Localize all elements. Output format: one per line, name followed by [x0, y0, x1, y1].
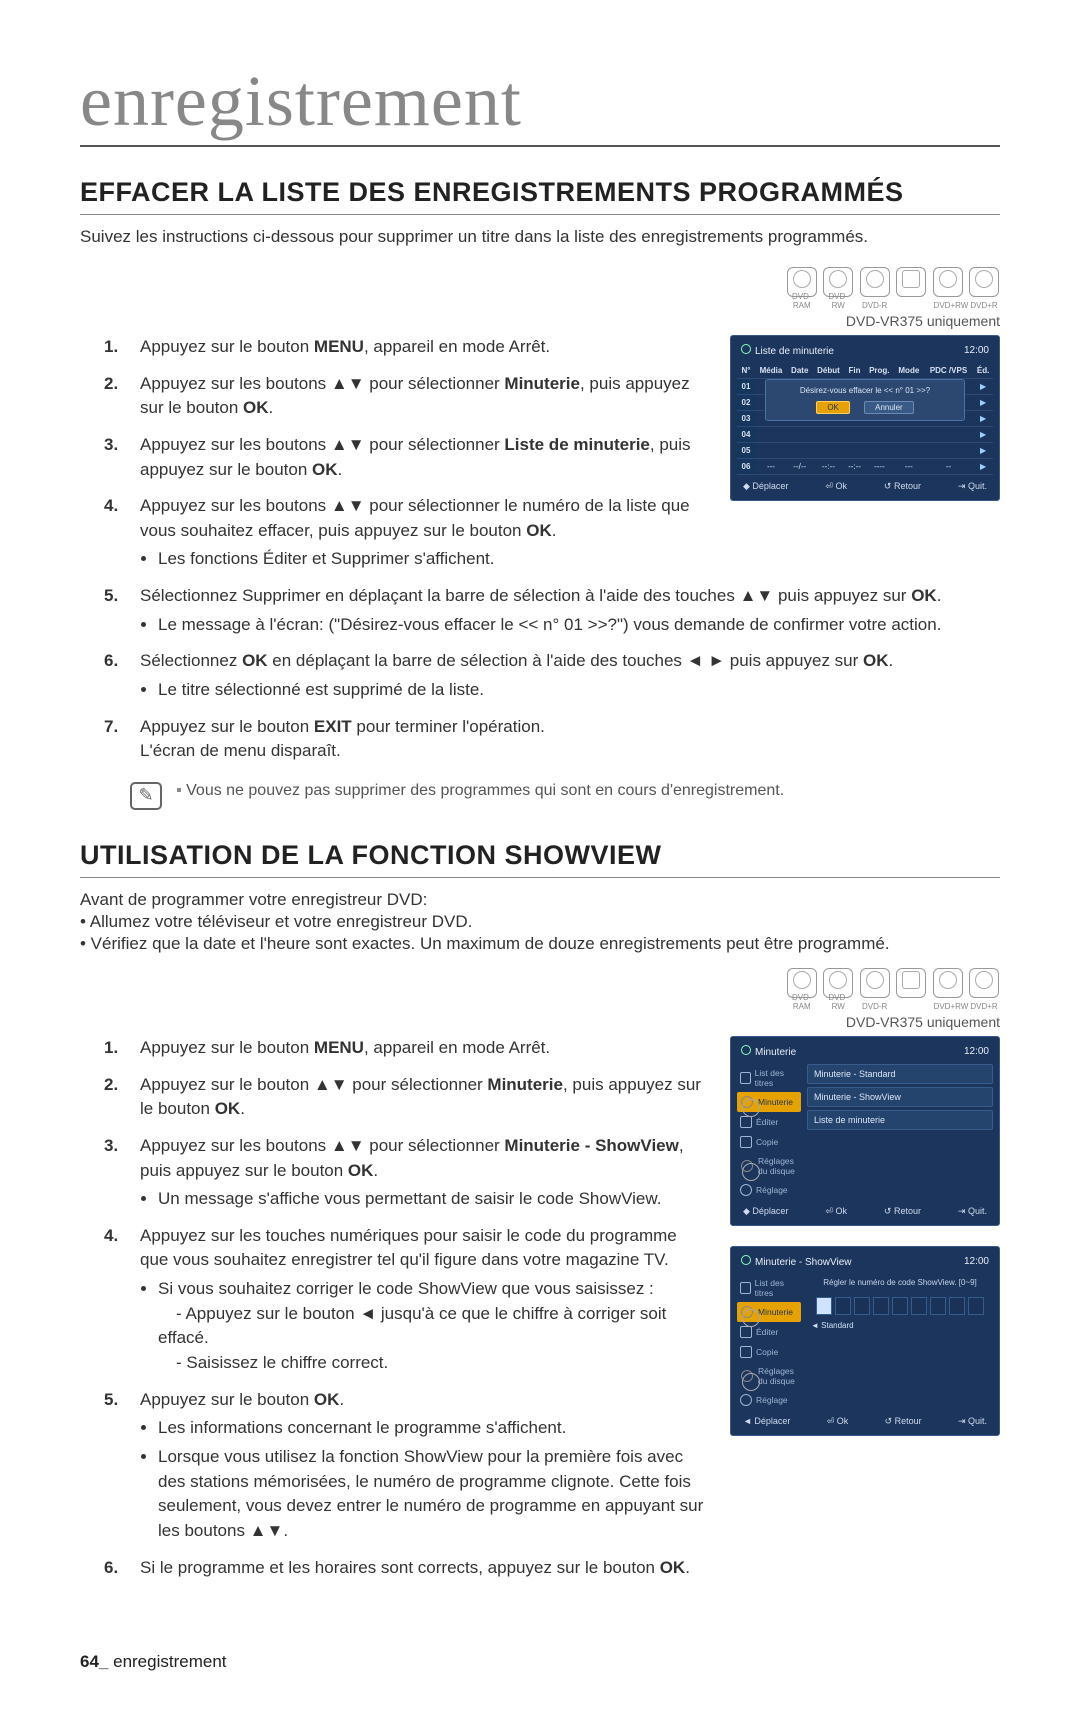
side-reglage[interactable]: Réglage	[737, 1180, 801, 1200]
step-4: Appuyez sur les boutons ▲▼ pour sélectio…	[140, 494, 706, 572]
side-copie[interactable]: Copie	[737, 1342, 801, 1362]
dvd-ram-icon	[741, 344, 751, 354]
section1-steps-cont: Sélectionnez Supprimer en déplaçant la b…	[80, 584, 1000, 764]
page-header: enregistrement	[80, 60, 1000, 147]
s2-step-2: Appuyez sur le bouton ▲▼ pour sélectionn…	[140, 1073, 706, 1122]
disc-dvd-ram: DVD-RAM	[787, 968, 817, 998]
section2-title: UTILISATION DE LA FONCTION SHOWVIEW	[80, 840, 1000, 878]
dvd-ram-icon	[741, 1255, 751, 1265]
osd-sidebar: List des titres Minuterie Éditer Copie R…	[737, 1274, 801, 1410]
menu-item-liste[interactable]: Liste de minuterie	[807, 1110, 993, 1130]
disc-dvd-rw: DVD-RW	[823, 267, 853, 297]
disc-dvd-plus-r: DVD+R	[969, 267, 999, 297]
s2-step-3-note: Un message s'affiche vous permettant de …	[158, 1187, 706, 1212]
osd-sidebar: List des titres Minuterie Éditer Copie R…	[737, 1064, 801, 1200]
disc-dvd-plus-rw: DVD+RW	[933, 267, 963, 297]
menu-item-showview[interactable]: Minuterie - ShowView	[807, 1087, 993, 1107]
osd-clock: 12:00	[964, 1256, 989, 1267]
disc-dvd-ram: DVD-RAM	[787, 267, 817, 297]
disc-icons-row-1: DVD-RAM DVD-RW DVD-R DVD+RW DVD+R	[80, 267, 1000, 297]
side-copie[interactable]: Copie	[737, 1132, 801, 1152]
osd-minuterie-menu: Minuterie 12:00 List des titres Minuteri…	[730, 1036, 1000, 1226]
confirm-dialog: Désirez-vous effacer le << n° 01 >>? OK …	[765, 379, 965, 421]
s2-step-3: Appuyez sur les boutons ▲▼ pour sélectio…	[140, 1134, 706, 1212]
section2-model-note: DVD-VR375 uniquement	[80, 1014, 1000, 1030]
s2-step-5: Appuyez sur le bouton OK. Les informatio…	[140, 1388, 706, 1544]
s2-step-4-note: Si vous souhaitez corriger le code ShowV…	[158, 1277, 706, 1376]
section2-intro1: Avant de programmer votre enregistreur D…	[80, 890, 1000, 910]
side-minuterie[interactable]: Minuterie	[737, 1092, 801, 1112]
showview-standard: Standard	[811, 1321, 989, 1330]
step-3: Appuyez sur les boutons ▲▼ pour sélectio…	[140, 433, 706, 482]
showview-prompt: Régler le numéro de code ShowView. [0~9]	[807, 1274, 993, 1291]
disc-dvd-rw: DVD-RW	[823, 968, 853, 998]
section1-steps: Appuyez sur le bouton MENU, appareil en …	[80, 335, 706, 572]
disc-dvd-r: DVD-R	[860, 968, 890, 998]
section1-intro: Suivez les instructions ci-dessous pour …	[80, 227, 1000, 247]
disc-icons-row-2: DVD-RAM DVD-RW DVD-R DVD+RW DVD+R	[80, 968, 1000, 998]
side-minuterie[interactable]: Minuterie	[737, 1302, 801, 1322]
step-5: Sélectionnez Supprimer en déplaçant la b…	[140, 584, 1000, 637]
s2-step-5-note1: Les informations concernant le programme…	[158, 1416, 706, 1441]
step-7: Appuyez sur le bouton EXIT pour terminer…	[140, 715, 1000, 764]
dialog-ok-button[interactable]: OK	[816, 401, 850, 414]
disc-hdd	[896, 968, 926, 998]
section1-model-note: DVD-VR375 uniquement	[80, 313, 1000, 329]
osd-showview-entry: Minuterie - ShowView 12:00 List des titr…	[730, 1246, 1000, 1436]
side-reglages-disque[interactable]: Réglages du disque	[737, 1152, 801, 1180]
disc-hdd	[896, 267, 926, 297]
side-list-titres[interactable]: List des titres	[737, 1274, 801, 1302]
side-list-titres[interactable]: List des titres	[737, 1064, 801, 1092]
side-reglage[interactable]: Réglage	[737, 1390, 801, 1410]
step-1: Appuyez sur le bouton MENU, appareil en …	[140, 335, 706, 360]
s2-step-6: Si le programme et les horaires sont cor…	[140, 1556, 706, 1581]
s2-step-5-note2: Lorsque vous utilisez la fonction ShowVi…	[158, 1445, 706, 1544]
section2-steps: Appuyez sur le bouton MENU, appareil en …	[80, 1036, 706, 1580]
osd-clock: 12:00	[964, 1046, 989, 1057]
dvd-ram-icon	[741, 1045, 751, 1055]
disc-dvd-r: DVD-R	[860, 267, 890, 297]
step-4-note: Les fonctions Éditer et Supprimer s'affi…	[158, 547, 706, 572]
step-6-note: Le titre sélectionné est supprimé de la …	[158, 678, 1000, 703]
s2-step-1: Appuyez sur le bouton MENU, appareil en …	[140, 1036, 706, 1061]
disc-dvd-plus-rw: DVD+RW	[933, 968, 963, 998]
note-icon: ✎	[130, 782, 162, 810]
note-text: Vous ne pouvez pas supprimer des program…	[176, 782, 784, 800]
step-5-note: Le message à l'écran: ("Désirez-vous eff…	[158, 613, 1000, 638]
disc-dvd-plus-r: DVD+R	[969, 968, 999, 998]
osd-timer-list: Liste de minuterie 12:00 N°MédiaDate Déb…	[730, 335, 1000, 501]
menu-item-standard[interactable]: Minuterie - Standard	[807, 1064, 993, 1084]
page-footer: 64_ enregistrement	[80, 1652, 1000, 1672]
step-2: Appuyez sur les boutons ▲▼ pour sélectio…	[140, 372, 706, 421]
section1-title: EFFACER LA LISTE DES ENREGISTREMENTS PRO…	[80, 177, 1000, 215]
step-6: Sélectionnez OK en déplaçant la barre de…	[140, 649, 1000, 702]
section2-intro2: • Allumez votre téléviseur et votre enre…	[80, 912, 1000, 932]
s2-step-4: Appuyez sur les touches numériques pour …	[140, 1224, 706, 1376]
dialog-cancel-button[interactable]: Annuler	[864, 401, 914, 414]
showview-code-input[interactable]	[807, 1297, 993, 1315]
section2-intro3: • Vérifiez que la date et l'heure sont e…	[80, 934, 1000, 954]
side-reglages-disque[interactable]: Réglages du disque	[737, 1362, 801, 1390]
osd-clock: 12:00	[964, 345, 989, 356]
